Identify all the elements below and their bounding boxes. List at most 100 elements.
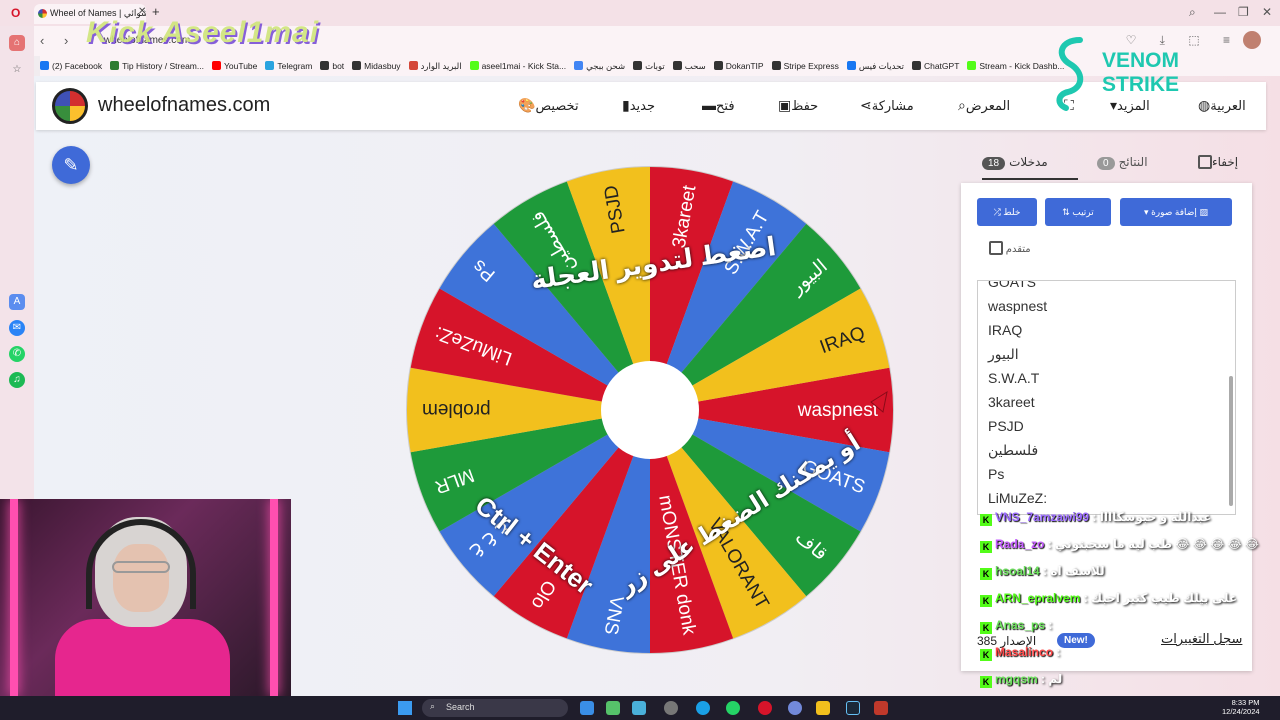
bookmark-item[interactable]: شحن ببجي	[574, 56, 625, 76]
gallery-button[interactable]: ⌕المعرض	[950, 97, 1010, 114]
chat-message: Khsoal14 : للاسف اه	[980, 564, 1105, 586]
venom-strike-logo: VENOM STRIKE	[1050, 34, 1220, 114]
entries-list: GOATS waspnest IRAQ البيور S.W.A.T 3kareet PSJ…	[978, 281, 1235, 514]
kick-badge-icon: K	[980, 622, 992, 634]
edge-icon[interactable]	[696, 701, 710, 715]
app-store-icon[interactable]: A	[9, 294, 25, 310]
add-image-button[interactable]: ▾ إضافة صورة ▨	[1120, 198, 1232, 226]
share-button[interactable]: ⋖مشاركة	[852, 97, 914, 114]
minimize-icon[interactable]: —	[1214, 5, 1226, 19]
entry-line[interactable]: waspnest	[978, 294, 1235, 318]
chat-username: mgqsm	[995, 672, 1038, 686]
entry-line[interactable]: فلسطين	[978, 438, 1235, 462]
edit-pencil-icon[interactable]: ✎	[52, 146, 90, 184]
entry-line[interactable]: 3kareet	[978, 390, 1235, 414]
bookmark-label: (2) Facebook	[52, 61, 103, 71]
chat-text: لم	[1048, 672, 1063, 686]
advanced-checkbox[interactable]: متقدم	[983, 241, 1031, 255]
wheel-logo-icon[interactable]	[52, 88, 88, 124]
opera-icon[interactable]: O	[11, 6, 20, 20]
entry-line[interactable]: البيور	[978, 342, 1235, 366]
folder-icon[interactable]	[816, 701, 830, 715]
customize-button[interactable]: 🎨تخصيص	[510, 97, 579, 114]
bookmark-favicon-icon	[110, 61, 120, 70]
kick-badge-icon: K	[980, 595, 992, 607]
profile-avatar[interactable]	[1243, 31, 1261, 49]
gallery-label: المعرض	[965, 98, 1011, 113]
wheel-center[interactable]	[601, 361, 699, 459]
restore-icon[interactable]: ❐	[1238, 5, 1249, 19]
hide-checkbox[interactable]: إخفاء	[1192, 155, 1238, 169]
chat-separator: :	[1037, 672, 1049, 686]
bookmark-item[interactable]: البريد الوارد	[408, 56, 462, 76]
bookmark-item[interactable]: تحديات فيس	[846, 56, 904, 76]
bookmark-item[interactable]: Tip History / Stream...	[110, 56, 204, 76]
entries-textarea[interactable]: GOATS waspnest IRAQ البيور S.W.A.T 3kareet PSJ…	[977, 280, 1236, 515]
tab-results[interactable]: 0 النتائج	[1097, 155, 1148, 170]
new-label: جديد	[629, 98, 656, 113]
results-count: 0	[1097, 157, 1115, 170]
whatsapp-icon[interactable]: ✆	[9, 346, 25, 362]
bookmark-favicon-icon	[911, 61, 921, 70]
task-view-icon[interactable]	[580, 701, 594, 715]
bookmark-item[interactable]: aseel1mai - Kick Sta...	[469, 56, 566, 76]
back-icon[interactable]: ‹	[40, 33, 44, 48]
app-icon[interactable]	[632, 701, 646, 715]
bookmark-item[interactable]: توبات	[633, 56, 665, 76]
whatsapp-icon[interactable]	[726, 701, 740, 715]
sort-label: ترتيب	[1072, 207, 1094, 217]
chat-text: عبدالله و حبوسكاااا	[1099, 510, 1212, 524]
open-button[interactable]: ▬فتح	[694, 97, 735, 114]
bookmark-favicon-icon	[320, 61, 330, 70]
sort-button[interactable]: ⇅ ترتيب	[1045, 198, 1111, 226]
windows-start-icon[interactable]	[398, 701, 412, 715]
discord-icon[interactable]	[788, 701, 802, 715]
bookmark-item[interactable]: سحب	[672, 56, 706, 76]
bookmark-item[interactable]: Telegram	[265, 56, 312, 76]
entry-line[interactable]: IRAQ	[978, 318, 1235, 342]
home-icon[interactable]: ⌂	[9, 35, 25, 51]
bookmark-item[interactable]: Stripe Express	[771, 56, 839, 76]
entry-line[interactable]: GOATS	[978, 281, 1235, 294]
bookmark-item[interactable]: ChatGPT	[911, 56, 959, 76]
spotify-icon[interactable]: ♫	[9, 372, 25, 388]
bookmark-item[interactable]: (2) Facebook	[40, 56, 102, 76]
bookmark-item[interactable]: bot	[320, 56, 344, 76]
chat-text: على بيلك طيب كثير احبك	[1091, 591, 1238, 605]
messenger-icon[interactable]: ✉	[9, 320, 25, 336]
chat-username: Anas_ps	[995, 618, 1046, 632]
bookmark-item[interactable]: Midasbuy	[352, 56, 401, 76]
scrollbar[interactable]	[1229, 376, 1233, 506]
new-button[interactable]: ▮جديد	[614, 97, 655, 114]
site-name[interactable]: wheelofnames.com	[98, 94, 270, 117]
taskbar-search[interactable]: ⌕ Search	[422, 699, 568, 717]
windows-taskbar: ⌕ Search 8:33 PM 12/24/2024	[0, 696, 1280, 720]
forward-icon[interactable]: ›	[64, 33, 68, 48]
bookmark-item[interactable]: YouTube	[211, 56, 257, 76]
chat-message: K Rada_zo : طب ليه ما سحبتوني 😂 😂 😂 😂 😂	[980, 537, 1259, 559]
app-icon[interactable]	[606, 701, 620, 715]
close-window-icon[interactable]: ✕	[1262, 5, 1272, 19]
opera-icon[interactable]	[758, 701, 772, 715]
search-tabs-icon[interactable]: ⌕	[1189, 5, 1196, 20]
entry-line[interactable]: Ps	[978, 462, 1235, 486]
star-icon[interactable]: ☆	[9, 62, 25, 78]
entry-line[interactable]: S.W.A.T	[978, 366, 1235, 390]
bookmark-favicon-icon	[771, 61, 781, 70]
entry-line[interactable]: LiMuZeZ:	[978, 486, 1235, 510]
app-icon[interactable]	[874, 701, 888, 715]
bookmark-favicon-icon	[713, 61, 723, 70]
chat-message: Kmgqsm : لم	[980, 672, 1062, 694]
entry-line[interactable]: PSJD	[978, 414, 1235, 438]
shuffle-button[interactable]: ⤮ خلط	[977, 198, 1037, 226]
save-button[interactable]: ▣حفظ	[770, 97, 818, 114]
webcam-feed	[0, 499, 291, 696]
hide-label: إخفاء	[1212, 155, 1239, 169]
github-icon[interactable]	[664, 701, 678, 715]
shuffle-icon: ⤮	[993, 207, 1004, 217]
chat-username: hsoal14	[995, 564, 1040, 578]
bookmark-item[interactable]: DokanTIP	[713, 56, 764, 76]
steam-icon[interactable]	[846, 701, 860, 715]
tab-entries[interactable]: 18 مدخلات	[982, 155, 1078, 180]
chat-separator: :	[1044, 537, 1056, 551]
